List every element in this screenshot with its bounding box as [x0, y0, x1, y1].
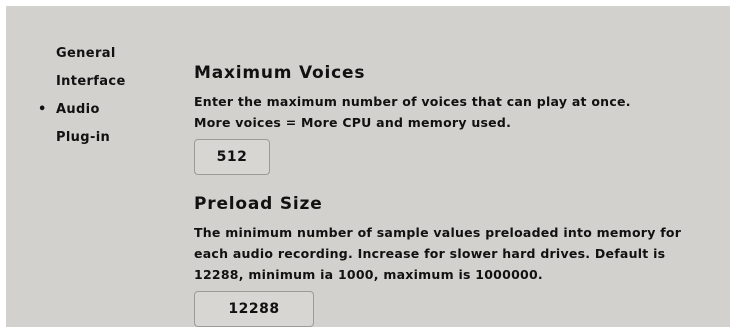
sidebar-item-label: Plug-in	[56, 130, 111, 145]
preload-size-section: Preload Size The minimum number of sampl…	[194, 193, 714, 327]
sidebar-item-label: General	[56, 46, 116, 61]
description-line: 12288, minimum ia 1000, maximum is 10000…	[194, 267, 543, 282]
section-description: The minimum number of sample values prel…	[194, 222, 714, 285]
settings-panel: General Interface • Audio Plug-in Maximu…	[6, 6, 730, 327]
description-line: Enter the maximum number of voices that …	[194, 94, 631, 109]
sidebar-item-interface[interactable]: Interface	[32, 72, 152, 100]
section-title: Maximum Voices	[194, 63, 366, 83]
settings-sidebar: General Interface • Audio Plug-in	[32, 44, 152, 156]
section-title: Preload Size	[194, 194, 323, 214]
maximum-voices-section: Maximum Voices Enter the maximum number …	[194, 62, 714, 175]
preload-size-input[interactable]	[194, 291, 314, 327]
section-description: Enter the maximum number of voices that …	[194, 91, 714, 133]
max-voices-input[interactable]	[194, 139, 270, 175]
sidebar-item-audio[interactable]: • Audio	[32, 100, 152, 128]
description-line: each audio recording. Increase for slowe…	[194, 246, 666, 261]
sidebar-item-label: Audio	[56, 102, 100, 117]
description-line: More voices = More CPU and memory used.	[194, 115, 512, 130]
active-bullet-icon: •	[38, 102, 47, 117]
sidebar-item-plug-in[interactable]: Plug-in	[32, 128, 152, 156]
description-line: The minimum number of sample values prel…	[194, 225, 682, 240]
sidebar-item-label: Interface	[56, 74, 126, 89]
sidebar-item-general[interactable]: General	[32, 44, 152, 72]
